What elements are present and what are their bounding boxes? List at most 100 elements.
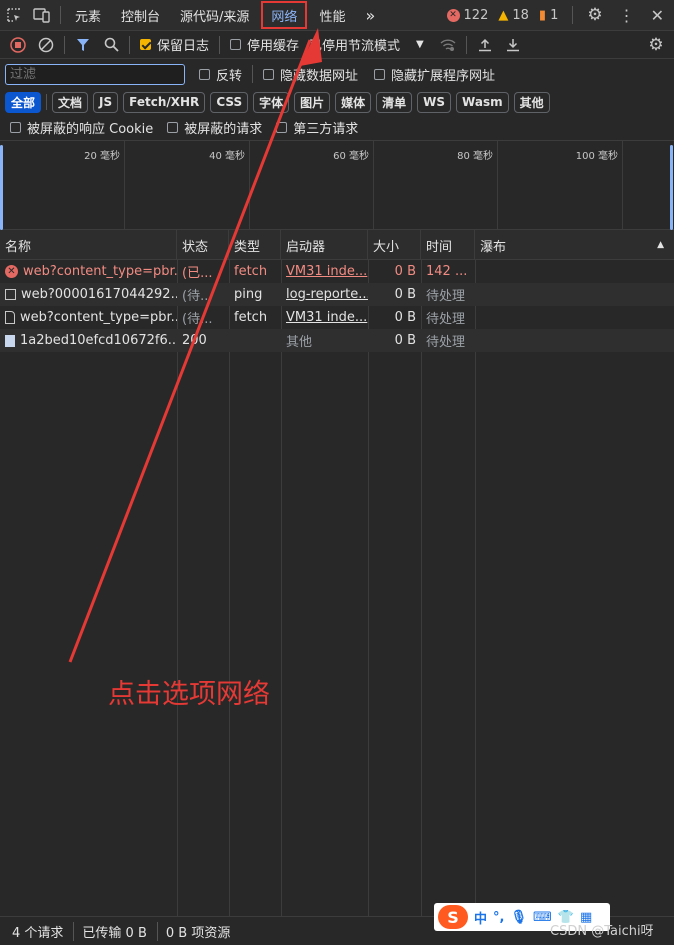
checkbox-checked-icon	[140, 39, 151, 50]
column-initiator[interactable]: 启动器	[281, 230, 368, 260]
filter-row: 反转 隐藏数据网址 隐藏扩展程序网址	[0, 59, 674, 89]
type-js[interactable]: JS	[93, 91, 119, 113]
annotation-text: 点击选项网络	[108, 679, 270, 710]
overview-tick-label: 80 毫秒	[457, 151, 493, 162]
blocked-requests-checkbox[interactable]: 被屏蔽的请求	[167, 118, 262, 137]
error-icon: ✕	[446, 8, 460, 22]
tab-network[interactable]: 网络	[261, 1, 308, 29]
tab-console[interactable]: 控制台	[111, 0, 170, 31]
separator	[64, 35, 65, 54]
overview-tick-label: 40 毫秒	[209, 151, 245, 162]
separator	[572, 6, 574, 24]
table-row[interactable]: web?00001617044292... (待... ping log-rep…	[0, 283, 674, 306]
hide-data-urls-checkbox[interactable]: 隐藏数据网址	[263, 65, 358, 84]
ime-punctuation[interactable]: °,	[493, 910, 504, 925]
column-waterfall[interactable]: 瀑布 ▲	[475, 230, 674, 260]
request-table-header: 名称 状态 类型 启动器 大小 时间 瀑布 ▲	[0, 230, 674, 260]
issues-counter[interactable]: ▮ 1	[539, 8, 558, 23]
request-name-cell: web?content_type=pbr...	[0, 306, 177, 329]
size-cell: 0 B	[394, 333, 416, 348]
resources-size: 0 B 项资源	[165, 925, 231, 941]
tab-performance[interactable]: 性能	[309, 0, 355, 31]
type-font[interactable]: 字体	[253, 91, 290, 113]
third-party-checkbox[interactable]: 第三方请求	[276, 118, 358, 137]
overview-right-handle[interactable]	[670, 145, 673, 230]
issue-flag-icon: ▮	[538, 7, 547, 23]
invert-checkbox[interactable]: 反转	[199, 65, 242, 84]
sogou-logo-icon[interactable]: S	[438, 905, 468, 929]
separator	[46, 94, 48, 110]
column-status[interactable]: 状态	[177, 230, 229, 260]
hide-extension-urls-checkbox[interactable]: 隐藏扩展程序网址	[374, 65, 495, 84]
type-ws[interactable]: WS	[417, 91, 452, 113]
type-all[interactable]: 全部	[5, 91, 42, 113]
more-menu-icon[interactable]: ⋮	[613, 6, 641, 25]
blocked-cookies-checkbox[interactable]: 被屏蔽的响应 Cookie	[10, 118, 153, 137]
column-name[interactable]: 名称	[0, 230, 177, 260]
initiator-link[interactable]: VM31 inde...	[281, 306, 368, 329]
overview-gridline	[373, 141, 374, 230]
timeline-overview[interactable]: 20 毫秒 40 毫秒 60 毫秒 80 毫秒 100 毫秒	[0, 141, 674, 230]
type-img[interactable]: 图片	[294, 91, 331, 113]
type-manifest[interactable]: 清单	[376, 91, 413, 113]
filter-funnel-icon[interactable]	[69, 32, 97, 58]
close-icon[interactable]: ✕	[651, 6, 670, 25]
separator	[129, 35, 130, 54]
record-stop-icon[interactable]	[4, 32, 32, 58]
clear-icon[interactable]	[32, 32, 60, 58]
checkbox-icon	[263, 68, 275, 80]
column-waterfall-label: 瀑布	[480, 239, 507, 255]
disable-cache-checkbox[interactable]: 停用缓存	[230, 35, 299, 54]
checkbox-icon	[10, 122, 21, 133]
type-wasm[interactable]: Wasm	[456, 91, 509, 113]
checkbox-icon	[276, 122, 288, 133]
throttle-select[interactable]: 已停用节流模式 ▼	[309, 35, 424, 54]
tab-sources[interactable]: 源代码/来源	[170, 0, 259, 31]
ime-language[interactable]: 中	[474, 908, 487, 927]
preserve-log-checkbox[interactable]: 保留日志	[140, 35, 209, 54]
resource-type-filters: 全部 文档 JS Fetch/XHR CSS 字体 图片 媒体 清单 WS Wa…	[0, 89, 674, 115]
request-table-body: ✕ web?content_type=pbr... (已... fetch VM3…	[0, 260, 674, 916]
column-size[interactable]: 大小	[368, 230, 421, 260]
network-settings-gear-icon[interactable]: ⚙	[642, 32, 670, 58]
tab-elements[interactable]: 元素	[65, 0, 111, 31]
more-tabs-button[interactable]: »	[355, 0, 385, 31]
filter-input[interactable]	[5, 63, 185, 85]
error-count: 122	[463, 7, 489, 23]
status-cell: (待...	[182, 312, 213, 327]
type-fetch-xhr[interactable]: Fetch/XHR	[123, 91, 206, 113]
initiator-link[interactable]: VM31 inde...	[281, 260, 368, 283]
download-har-icon[interactable]	[499, 32, 527, 58]
upload-har-icon[interactable]	[471, 32, 499, 58]
microphone-icon[interactable]: 🎙	[510, 910, 527, 925]
type-other[interactable]: 其他	[513, 91, 550, 113]
column-divider	[368, 260, 369, 916]
initiator-link[interactable]: log-reporte...	[281, 283, 368, 306]
separator	[60, 6, 61, 24]
table-row[interactable]: web?content_type=pbr... (待... fetch VM31…	[0, 306, 674, 329]
separator	[219, 35, 221, 54]
type-css[interactable]: CSS	[210, 91, 249, 113]
request-name: web?content_type=pbr...	[20, 310, 177, 325]
blocked-requests-label: 被屏蔽的请求	[184, 122, 263, 137]
inspect-element-icon[interactable]	[0, 0, 28, 31]
error-counter[interactable]: ✕ 122	[446, 7, 489, 23]
checkbox-icon	[374, 68, 386, 80]
type-media[interactable]: 媒体	[335, 91, 372, 113]
settings-gear-icon[interactable]: ⚙	[587, 5, 602, 25]
warning-counter[interactable]: ▲ 18	[498, 8, 529, 23]
search-icon[interactable]	[97, 32, 125, 58]
table-row[interactable]: 1a2bed10efcd10672f6... 200 其他 0 B 待处理	[0, 329, 674, 352]
keyboard-icon[interactable]: ⌨	[533, 910, 552, 925]
time-cell: 待处理	[426, 289, 466, 304]
column-type[interactable]: 类型	[229, 230, 281, 260]
type-doc[interactable]: 文档	[52, 91, 89, 113]
device-toolbar-icon[interactable]	[28, 0, 56, 31]
status-cell: (待...	[182, 289, 213, 304]
wifi-conditions-icon[interactable]	[434, 32, 462, 58]
table-row[interactable]: ✕ web?content_type=pbr... (已... fetch VM3…	[0, 260, 674, 283]
column-time[interactable]: 时间	[421, 230, 475, 260]
csdn-watermark: CSDN @Taichi呀	[550, 924, 654, 939]
overview-left-handle[interactable]	[0, 145, 3, 230]
overview-tick-label: 60 毫秒	[333, 151, 369, 162]
